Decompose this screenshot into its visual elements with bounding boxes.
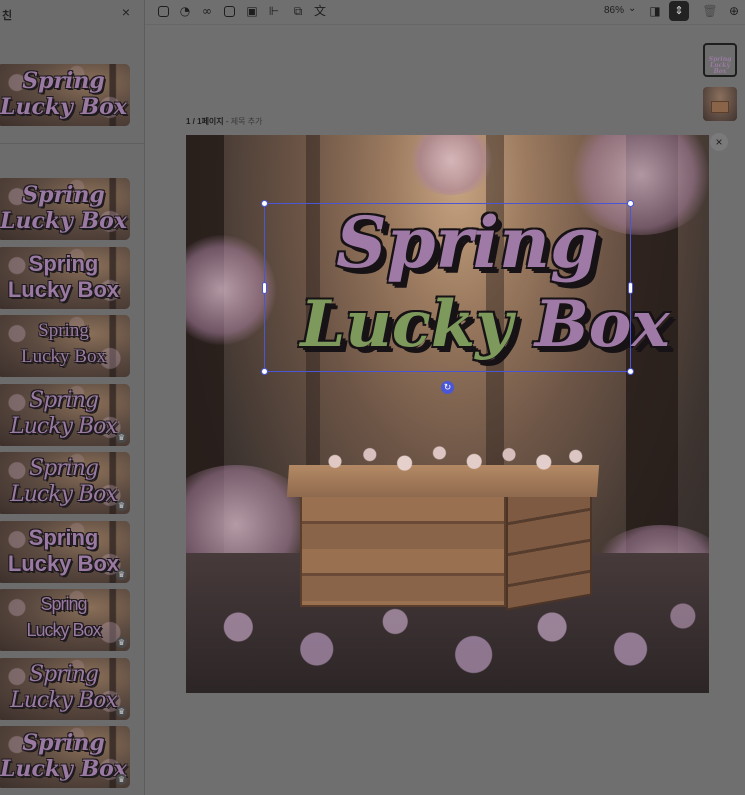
add-title-link[interactable]: 제목 추가 <box>231 117 263 126</box>
thumbnail-line1: Spring <box>40 594 87 614</box>
thumbnail-line1: Spring <box>22 730 105 756</box>
thumbnail-line1: Spring <box>22 68 105 94</box>
thumbnail-line2: Lucky Box <box>0 208 127 234</box>
thumbnail-line2: Lucky Box <box>0 756 127 782</box>
premium-crown-icon: ♛ <box>116 637 127 648</box>
resize-handle-left[interactable] <box>262 282 267 294</box>
text-style-thumbnail[interactable]: Spring Lucky Box ♛ <box>0 384 130 446</box>
page-thumbnail-box <box>711 101 729 113</box>
page-thumbnail-active[interactable]: Spring Lucky Box <box>703 43 737 77</box>
blossom-cluster <box>406 135 496 195</box>
premium-crown-icon: ♛ <box>116 569 127 580</box>
thumbnail-line1: Spring <box>29 662 99 687</box>
text-style-thumbnail[interactable]: Spring Lucky Box ♛ <box>0 589 130 651</box>
text-style-thumbnail[interactable]: Spring Lucky Box ♛ <box>0 452 130 514</box>
thumbnail-line2: Lucky Box <box>21 346 106 367</box>
text-style-thumbnail[interactable]: Spring Lucky Box ♛ <box>0 521 130 583</box>
box-petals <box>306 441 596 475</box>
spacing-icon[interactable]: ⇕ <box>669 1 689 21</box>
thumbnail-line2: Lucky Box <box>7 277 120 302</box>
thumbnail-line1: Spring <box>29 456 99 481</box>
trash-icon[interactable]: 🗑 <box>702 3 718 19</box>
wooden-box-front <box>300 495 506 607</box>
thumbnail-line2: Lucky Box <box>7 551 120 576</box>
thumbnail-line1: Spring <box>22 182 105 208</box>
resize-handle-right[interactable] <box>628 282 633 294</box>
thumbnail-line2: Lucky Box <box>10 482 118 507</box>
link-icon[interactable]: ∞ <box>199 3 215 19</box>
selection-box[interactable] <box>261 200 634 375</box>
frame-tool-icon[interactable] <box>155 3 171 19</box>
thumbnail-line2: Lucky Box <box>26 620 101 640</box>
layers-icon[interactable]: ◨ <box>647 3 663 19</box>
panel-title: 친 <box>2 10 13 22</box>
premium-crown-icon: ♛ <box>116 774 127 785</box>
page-number: 1 / 1페이지 <box>186 117 224 126</box>
wooden-box-side <box>506 477 592 611</box>
thumbnail-line1: Spring <box>28 525 99 550</box>
text-style-thumbnail[interactable]: Spring Lucky Box <box>0 247 130 309</box>
resize-handle-bottom-left[interactable] <box>261 368 268 375</box>
premium-crown-icon: ♛ <box>116 706 127 717</box>
premium-crown-icon: ♛ <box>116 432 127 443</box>
premium-crown-icon: ♛ <box>116 500 127 511</box>
text-style-thumbnail[interactable]: Spring Lucky Box <box>0 178 130 240</box>
thumbnail-line2: Lucky Box <box>10 414 118 439</box>
text-style-thumbnail[interactable]: Spring Lucky Box ♛ <box>0 726 130 788</box>
zoom-level[interactable]: 86% <box>604 5 624 16</box>
page-thumbnail[interactable] <box>703 87 737 121</box>
thumbnail-line2: Lucky Box <box>0 94 127 120</box>
rotate-icon[interactable]: ↻ <box>441 381 454 394</box>
resize-handle-bottom-right[interactable] <box>627 368 634 375</box>
align-left-icon[interactable]: ⊩ <box>266 3 282 19</box>
thumbnail-line1: Spring <box>29 388 99 413</box>
panel-divider <box>0 143 144 144</box>
thumbnail-line1: Spring <box>28 251 99 276</box>
panel-close-icon[interactable]: × <box>118 4 134 20</box>
text-style-thumbnail[interactable]: Spring Lucky Box <box>0 315 130 377</box>
toolbar-divider <box>145 24 745 25</box>
text-style-thumbnail[interactable]: Spring Lucky Box <box>0 64 130 126</box>
page-separator: - <box>223 117 231 126</box>
page-label: 1 / 1페이지 - 제목 추가 <box>186 116 262 127</box>
swatch-icon[interactable]: ◔ <box>177 3 193 19</box>
text-style-panel: 친 × Spring Lucky Box Spring Lucky Box Sp… <box>0 0 145 795</box>
text-style-thumbnail[interactable]: Spring Lucky Box ♛ <box>0 658 130 720</box>
close-icon[interactable]: × <box>710 133 728 151</box>
thumbnail-line1: Spring <box>38 320 89 341</box>
translate-icon[interactable]: 文 <box>312 3 328 19</box>
add-page-icon[interactable]: ⊕ <box>726 3 742 19</box>
thumbnail-line2: Lucky Box <box>10 688 118 713</box>
page-thumbnail-label: Spring Lucky Box <box>708 56 732 75</box>
zoom-chevron-down-icon[interactable]: ⌄ <box>628 3 636 14</box>
frame-icon[interactable]: ▣ <box>244 3 260 19</box>
square-icon[interactable] <box>221 3 237 19</box>
resize-handle-top-right[interactable] <box>627 200 634 207</box>
resize-handle-top-left[interactable] <box>261 200 268 207</box>
copy-icon[interactable]: ⧉ <box>290 3 306 19</box>
